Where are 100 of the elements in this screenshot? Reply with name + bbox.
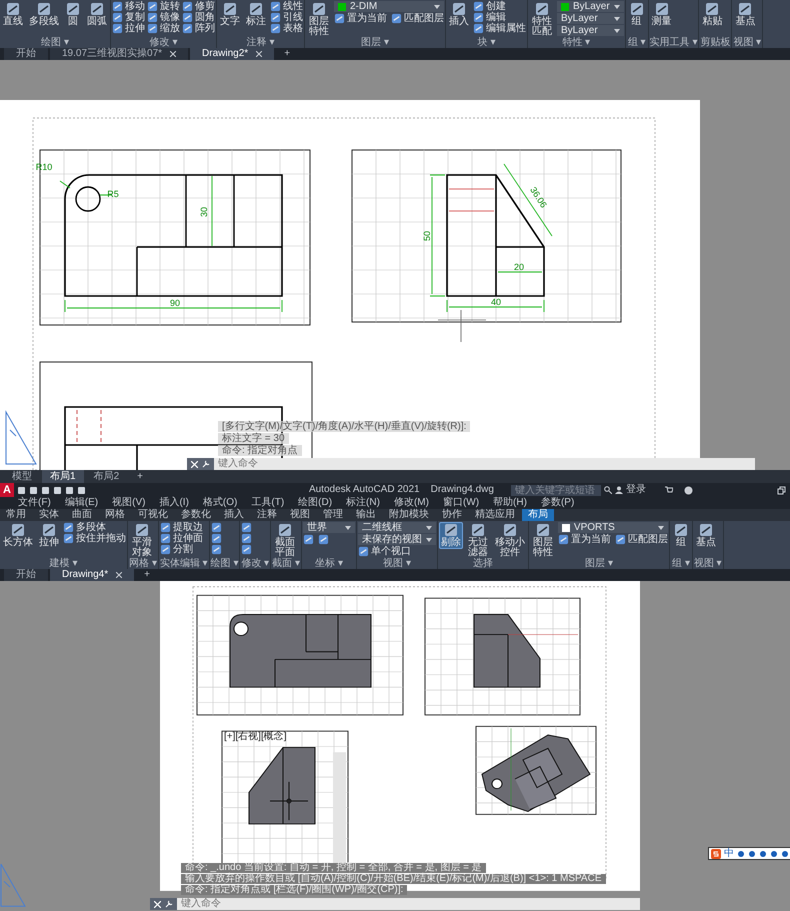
search-icon[interactable] [604, 486, 612, 494]
ribbon-button[interactable]: 拉伸 [37, 522, 61, 549]
command-input[interactable]: 键入命令 [214, 458, 755, 470]
ribbon-button[interactable]: 分割 [160, 544, 203, 555]
panel-title[interactable]: 选择 [438, 558, 527, 569]
ribbon-tab[interactable]: 附加模块 [383, 509, 435, 521]
new-tab-button[interactable]: + [136, 569, 158, 581]
tool-icon[interactable] [112, 1, 123, 12]
close-icon[interactable] [256, 51, 262, 57]
document-tab[interactable]: Drawing4* [50, 569, 134, 581]
ribbon-button[interactable]: 粘贴 [700, 1, 724, 28]
ribbon-button[interactable]: 图层特性 [530, 522, 556, 559]
ribbon-button[interactable]: 圆弧 [85, 1, 109, 28]
tool-icon[interactable] [210, 544, 222, 555]
dropdown[interactable]: ByLayer [557, 25, 624, 36]
ribbon-button[interactable]: 组 [670, 522, 691, 549]
tool-icon[interactable] [112, 12, 123, 23]
ribbon-button[interactable]: 置为当前 [334, 13, 387, 24]
tool-icon[interactable] [210, 533, 222, 544]
menu-item[interactable]: 文件(F) [18, 497, 51, 509]
panel-title[interactable]: 坐标 ▾ [302, 558, 355, 569]
ribbon-button[interactable]: 修剪 [182, 1, 215, 12]
document-tab[interactable]: Drawing2* [190, 48, 274, 60]
tool-icon[interactable] [358, 546, 369, 557]
ribbon-button[interactable]: 圆角 [182, 12, 215, 23]
close-icon[interactable] [170, 51, 176, 57]
tool-icon[interactable] [241, 544, 252, 555]
tool-icon[interactable] [160, 544, 171, 555]
new-layout-button[interactable]: + [129, 470, 151, 483]
menu-item[interactable]: 窗口(W) [442, 497, 480, 509]
ribbon-button[interactable]: 圆 [63, 1, 83, 28]
ribbon-button[interactable]: 图层特性 [306, 1, 332, 38]
tool-icon[interactable] [182, 1, 193, 12]
panel-title[interactable]: 图层 ▾ [306, 37, 444, 48]
cart-icon[interactable] [664, 486, 673, 494]
new-tab-button[interactable]: + [276, 48, 298, 60]
ribbon-button[interactable]: 特性匹配 [529, 1, 555, 38]
tool-icon[interactable] [147, 23, 158, 34]
ribbon-tab[interactable]: 注释 [251, 509, 283, 521]
input-method-logo-icon[interactable] [711, 848, 721, 858]
command-input[interactable]: 键入命令 [177, 898, 640, 910]
panel-title[interactable]: 块 ▾ [447, 37, 526, 48]
ribbon-button[interactable]: 组 [626, 1, 647, 28]
tool-icon[interactable] [318, 534, 329, 545]
panel-title[interactable]: 绘图 ▾ [1, 37, 109, 48]
tool-icon[interactable] [241, 533, 252, 544]
tool-icon[interactable] [270, 23, 281, 34]
layout-tab[interactable]: 模型 [4, 470, 40, 483]
layout-tab[interactable]: 布局1 [42, 470, 84, 483]
dropdown[interactable]: ByLayer [557, 1, 624, 12]
panel-title[interactable]: 实用工具 ▾ [650, 37, 698, 48]
ribbon-button[interactable]: 表格 [270, 23, 303, 34]
ribbon-button[interactable]: 引线 [270, 12, 303, 23]
ribbon-tab[interactable]: 网格 [99, 509, 131, 521]
ribbon-button[interactable]: 剔除 [438, 522, 463, 549]
ribbon-button[interactable]: 移动小控件 [492, 522, 527, 559]
ribbon-button[interactable]: 文字 [218, 1, 242, 28]
wrench-icon[interactable] [202, 460, 210, 468]
ribbon-button[interactable]: 拉伸面 [160, 533, 203, 544]
ribbon-button[interactable]: 镜像 [147, 12, 180, 23]
panel-title[interactable]: 注释 ▾ [218, 37, 303, 48]
tool-icon[interactable] [334, 13, 345, 24]
menu-item[interactable]: 视图(V) [112, 497, 146, 509]
ribbon-button[interactable]: 阵列 [182, 23, 215, 34]
panel-title[interactable]: 实体编辑 ▾ [160, 558, 208, 569]
ribbon-button[interactable]: 长方体 [1, 522, 35, 549]
tool-icon[interactable] [160, 533, 171, 544]
panel-title[interactable]: 视图 ▾ [358, 558, 436, 569]
ribbon-button[interactable]: 置为当前 [558, 534, 611, 545]
panel-title[interactable]: 特性 ▾ [529, 37, 624, 48]
panel-title[interactable]: 截面 ▾ [272, 558, 300, 569]
tool-icon[interactable] [182, 12, 193, 23]
dropdown[interactable]: VPORTS [558, 522, 668, 533]
menu-item[interactable]: 帮助(H) [493, 497, 527, 509]
ribbon-tab[interactable]: 实体 [33, 509, 65, 521]
ribbon-button[interactable]: 编辑 [473, 12, 526, 23]
ribbon-button[interactable]: 创建 [473, 1, 526, 12]
panel-title[interactable]: 建模 ▾ [1, 558, 126, 569]
ribbon-tab[interactable]: 协作 [436, 509, 468, 521]
ribbon-button[interactable]: 多段体 [63, 522, 126, 533]
wrench-icon[interactable] [165, 900, 173, 908]
ribbon-button[interactable]: 拉伸 [112, 23, 145, 34]
help-icon[interactable] [684, 486, 693, 494]
ribbon-tab[interactable]: 常用 [0, 509, 32, 521]
dropdown[interactable]: 世界 [302, 522, 355, 533]
tool-icon[interactable] [147, 1, 158, 12]
ribbon-button[interactable]: 多段线 [27, 1, 61, 28]
ribbon-button[interactable]: 提取边 [160, 522, 203, 533]
ribbon-tab[interactable]: 可视化 [132, 509, 174, 521]
ribbon-button[interactable]: 复制 [112, 12, 145, 23]
ribbon-tab[interactable]: 输出 [350, 509, 382, 521]
language-toggle[interactable]: 中 [724, 848, 734, 860]
document-tab[interactable]: 开始 [4, 569, 48, 581]
ribbon-button[interactable]: 按住并拖动 [63, 533, 126, 544]
ribbon-button[interactable]: 编辑属性 [473, 23, 526, 34]
ribbon-button[interactable]: 平滑对象 [129, 522, 155, 559]
tool-icon[interactable] [147, 12, 158, 23]
menu-item[interactable]: 工具(T) [251, 497, 284, 509]
ribbon-tab[interactable]: 布局 [522, 509, 554, 521]
menu-item[interactable]: 绘图(D) [298, 497, 332, 509]
